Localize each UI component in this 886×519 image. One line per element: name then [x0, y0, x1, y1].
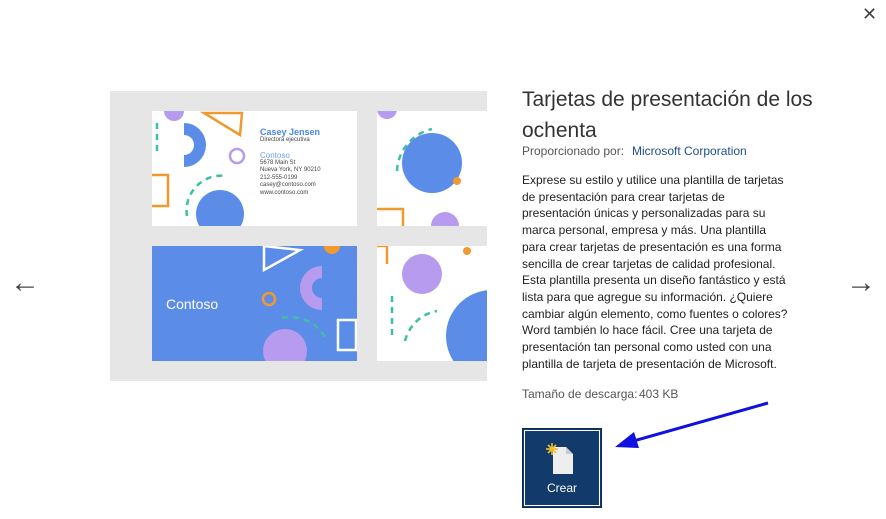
template-title: Tarjetas de presentación de los ochenta: [522, 88, 813, 142]
card-address: 5678 Main St: [260, 159, 296, 166]
annotation-arrow: [615, 401, 769, 448]
template-preview: Casey Jensen Directora ejecutiva Contoso…: [110, 91, 487, 381]
decorative-shapes: [377, 246, 487, 361]
card-phone: 212-555-0199: [260, 174, 298, 181]
decorative-shapes: [152, 111, 246, 226]
card-back: Contoso: [152, 246, 357, 361]
template-description: Exprese su estilo y utilice una plantill…: [522, 173, 788, 371]
decorative-shapes: [377, 111, 462, 226]
close-button[interactable]: ✕: [862, 4, 877, 25]
card-back-company: Contoso: [166, 296, 219, 312]
next-template-button[interactable]: →: [846, 266, 876, 300]
arrow-left-icon: ←: [10, 266, 40, 299]
provider-link[interactable]: Microsoft Corporation: [632, 144, 747, 158]
card-city: Nueva York, NY 90210: [260, 167, 321, 173]
close-icon: ✕: [862, 4, 878, 24]
previous-template-button[interactable]: ←: [10, 266, 40, 300]
card-web: www.contoso.com: [260, 189, 309, 196]
new-document-icon: [546, 443, 573, 474]
create-button-label: Crear: [546, 481, 577, 495]
card-pattern-2: [377, 246, 487, 361]
card-name: Casey Jensen: [260, 127, 321, 137]
card-front: Casey Jensen Directora ejecutiva Contoso…: [152, 111, 357, 226]
card-email: casey@contoso.com: [260, 182, 316, 188]
card-role: Directora ejecutiva: [260, 137, 310, 143]
provided-by-label: Proporcionado por:: [522, 144, 625, 158]
create-button[interactable]: Crear: [522, 428, 602, 508]
card-company: Contoso: [260, 150, 290, 160]
card-pattern-1: [377, 111, 487, 226]
arrow-right-icon: →: [846, 266, 876, 299]
